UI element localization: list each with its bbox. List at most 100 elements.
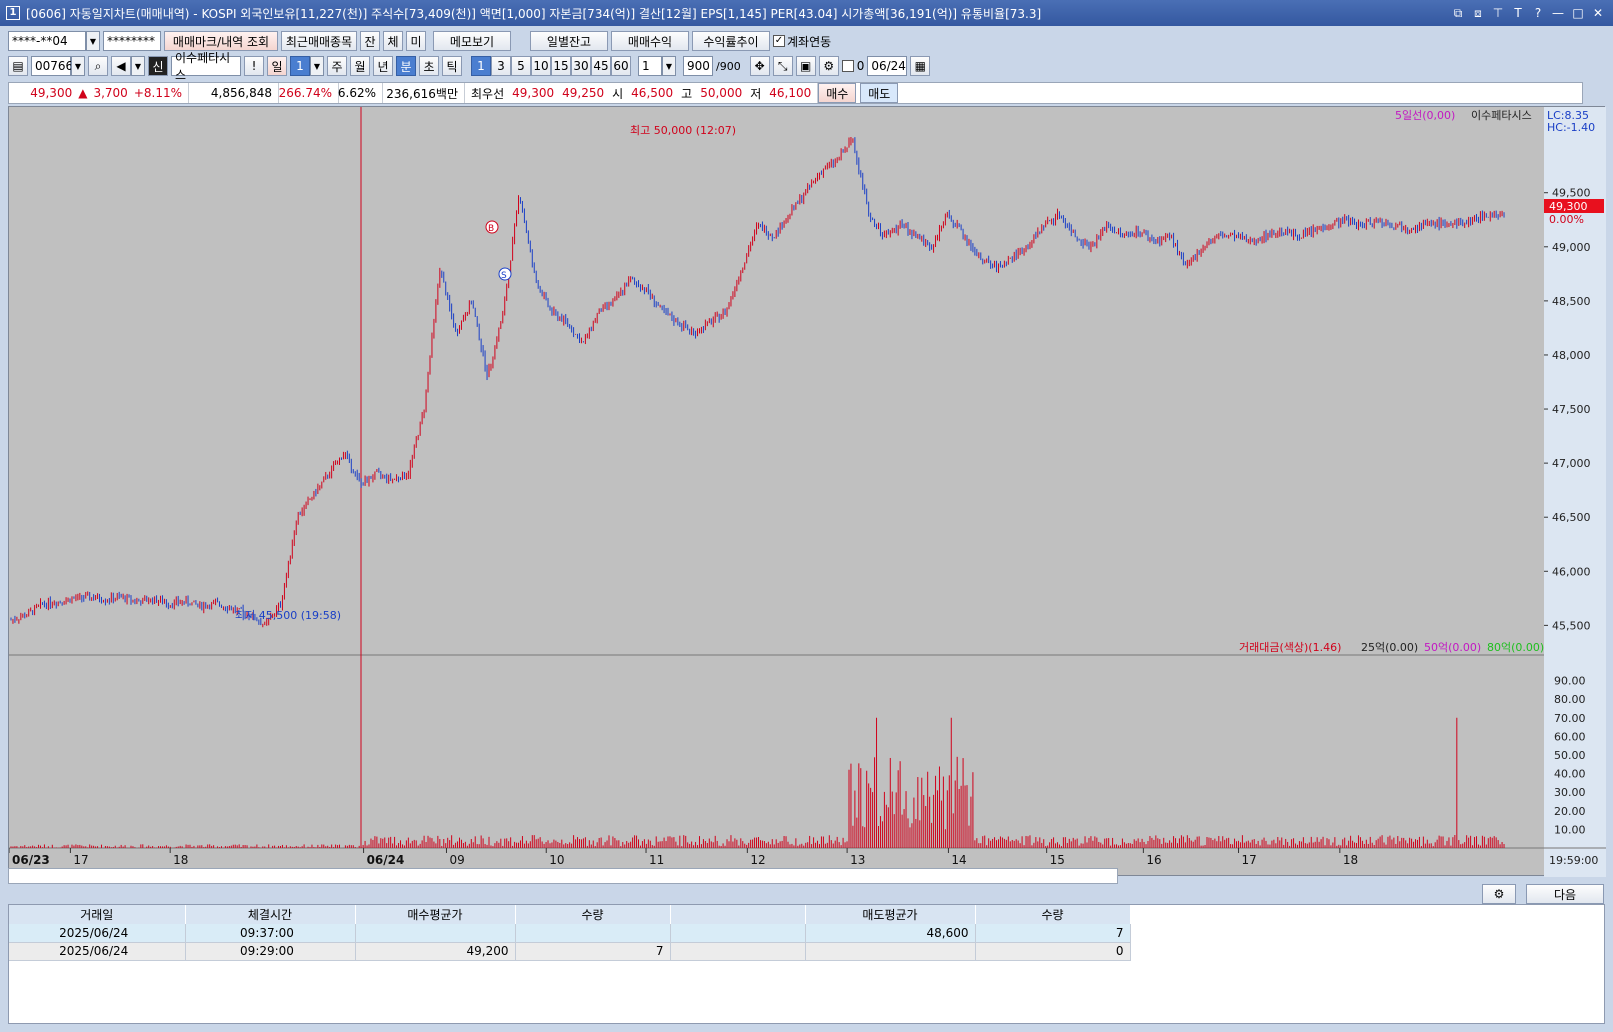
next-button[interactable]: 다음 bbox=[1526, 884, 1604, 904]
speaker-dropdown-icon[interactable]: ▼ bbox=[131, 56, 145, 76]
search-icon[interactable]: ⌕ bbox=[88, 56, 108, 76]
buy-mark[interactable]: B bbox=[485, 220, 499, 234]
open-price: 46,500 bbox=[631, 86, 674, 100]
sell-mark[interactable]: S bbox=[498, 267, 512, 281]
count-total: /900 bbox=[716, 59, 741, 73]
time-tick-label: 10 bbox=[549, 853, 564, 867]
time-tick-label: 17 bbox=[1242, 853, 1257, 867]
save-icon[interactable]: ▣ bbox=[795, 56, 816, 76]
help-icon[interactable]: ? bbox=[1531, 6, 1545, 21]
col-exec-time: 체결시간 bbox=[185, 905, 356, 924]
layout-icon[interactable]: ▤ bbox=[8, 56, 28, 76]
volume-legend-50[interactable]: 50억(0.00) bbox=[1424, 641, 1481, 654]
ma5-legend[interactable]: 5일선(0,00) bbox=[1395, 108, 1455, 122]
interval-10[interactable]: 10 bbox=[531, 56, 551, 76]
volume-tick-label: 80.00 bbox=[1554, 693, 1586, 706]
buy-mark-label: B bbox=[488, 224, 494, 234]
interval-15[interactable]: 15 bbox=[551, 56, 571, 76]
buy-button[interactable]: 매수 bbox=[818, 83, 857, 103]
zoom-icon[interactable]: ⤡ bbox=[772, 56, 793, 76]
table-row[interactable]: 2025/06/24 09:37:00 48,600 7 bbox=[9, 924, 1131, 943]
trade-profit-button[interactable]: 매매수익 bbox=[611, 31, 689, 51]
alert-button[interactable]: ! bbox=[244, 56, 264, 76]
sell-button[interactable]: 매도 bbox=[860, 83, 899, 103]
period-value[interactable]: 1 bbox=[290, 56, 310, 76]
account-input[interactable]: ****-**04 bbox=[8, 31, 86, 51]
checkbox-checked-icon[interactable]: ✓ bbox=[773, 35, 785, 47]
price-volume-chart[interactable]: 49,500 49,000 48,500 48,000 47,500 47,000 46,5… bbox=[8, 107, 1606, 877]
minimize-icon[interactable]: — bbox=[1551, 6, 1565, 21]
cell-buy-avg: 49,200 bbox=[355, 942, 516, 961]
cell-buy-qty: 7 bbox=[515, 942, 671, 961]
current-pct-label: 0.00% bbox=[1549, 213, 1584, 226]
tile-icon[interactable]: ⧈ bbox=[1471, 6, 1485, 21]
period-year-button[interactable]: 년 bbox=[373, 56, 393, 76]
interval-input[interactable]: 1 bbox=[638, 56, 662, 76]
count-input[interactable]: 900 bbox=[683, 56, 713, 76]
code-dropdown-icon[interactable]: ▼ bbox=[71, 56, 85, 76]
stock-legend[interactable]: 이수페타시스 bbox=[1471, 109, 1532, 122]
period-second-button[interactable]: 초 bbox=[419, 56, 439, 76]
unexecuted-button[interactable]: 미 bbox=[406, 31, 426, 51]
volume-legend-25[interactable]: 25억(0.00) bbox=[1361, 641, 1418, 654]
table-row[interactable]: 2025/06/24 09:29:00 49,200 7 0 bbox=[9, 942, 1131, 961]
maximize-icon[interactable]: □ bbox=[1571, 6, 1585, 21]
close-icon[interactable]: ✕ bbox=[1591, 6, 1605, 21]
volume-tick-label: 50.00 bbox=[1554, 749, 1586, 762]
account-dropdown-icon[interactable]: ▼ bbox=[86, 31, 100, 51]
col-trade-date: 거래일 bbox=[9, 905, 186, 924]
restore-icon[interactable]: ⧉ bbox=[1451, 6, 1465, 21]
period-month-button[interactable]: 월 bbox=[350, 56, 370, 76]
volume-value: 4,856,848 bbox=[189, 83, 279, 103]
period-minute-button[interactable]: 분 bbox=[396, 56, 416, 76]
calendar-icon[interactable]: ▦ bbox=[910, 56, 931, 76]
interval-30[interactable]: 30 bbox=[571, 56, 591, 76]
speaker-icon[interactable]: ◀ bbox=[111, 56, 131, 76]
period-day-button[interactable]: 일 bbox=[267, 56, 287, 76]
chart-area[interactable]: 49,500 49,000 48,500 48,000 47,500 47,000 46,5… bbox=[8, 106, 1606, 877]
balance-button[interactable]: 잔 bbox=[360, 31, 380, 51]
executed-button[interactable]: 체 bbox=[383, 31, 403, 51]
col-buy-qty: 수량 bbox=[515, 905, 671, 924]
password-input[interactable]: ******** bbox=[103, 31, 161, 51]
stock-name-field[interactable]: 이수페타시스 bbox=[171, 51, 241, 82]
daily-balance-button[interactable]: 일별잔고 bbox=[530, 31, 608, 51]
interval-3[interactable]: 3 bbox=[491, 56, 511, 76]
zero-label: 0 bbox=[856, 59, 865, 73]
recent-trades-button[interactable]: 최근매매종목 bbox=[281, 31, 357, 51]
window-title: [0606] 자동일지차트(매매내역) - KOSPI 외국인보유[11,227… bbox=[26, 6, 1042, 21]
pin-icon[interactable]: ⊤ bbox=[1491, 6, 1505, 21]
table-settings-gear-icon[interactable]: ⚙ bbox=[1482, 884, 1516, 904]
font-icon[interactable]: T bbox=[1511, 6, 1525, 21]
date-input[interactable]: 06/24 bbox=[867, 56, 908, 76]
stock-code-input[interactable]: 007660 bbox=[31, 56, 81, 76]
period-dropdown-icon[interactable]: ▼ bbox=[310, 56, 324, 76]
open-label: 시 bbox=[612, 86, 624, 101]
window-controls: ⧉ ⧈ ⊤ T ? — □ ✕ bbox=[1451, 6, 1613, 21]
interval-5[interactable]: 5 bbox=[511, 56, 531, 76]
trade-mark-button[interactable]: 매매마크/내역 조회 bbox=[164, 31, 278, 51]
cell-buy-qty bbox=[515, 924, 671, 943]
time-tick-label: 06/23 bbox=[12, 853, 50, 867]
quote-cell: 최우선 49,300 49,250 시 46,500 고 50,000 저 46… bbox=[465, 83, 819, 103]
volume-legend-80[interactable]: 80억(0.00) bbox=[1487, 641, 1544, 654]
account-link-checkbox[interactable]: ✓ 계좌연동 bbox=[773, 33, 831, 50]
interval-dropdown-icon[interactable]: ▼ bbox=[662, 56, 676, 76]
hc-label: HC:-1.40 bbox=[1547, 121, 1595, 134]
profit-rate-button[interactable]: 수익률추이 bbox=[692, 31, 770, 51]
period-tick-button[interactable]: 틱 bbox=[442, 56, 462, 76]
high-price: 50,000 bbox=[700, 86, 743, 100]
cross-icon[interactable]: ✥ bbox=[749, 56, 770, 76]
table-header-row: 거래일 체결시간 매수평균가 수량 매도평균가 수량 bbox=[9, 905, 1131, 924]
period-week-button[interactable]: 주 bbox=[327, 56, 347, 76]
gear-icon[interactable]: ⚙ bbox=[818, 56, 839, 76]
volume-tick-label: 70.00 bbox=[1554, 712, 1586, 725]
interval-45[interactable]: 45 bbox=[591, 56, 611, 76]
memo-button[interactable]: 메모보기 bbox=[433, 31, 511, 51]
interval-1[interactable]: 1 bbox=[471, 56, 491, 76]
interval-60[interactable]: 60 bbox=[611, 56, 631, 76]
chart-scrollbar[interactable] bbox=[8, 868, 1118, 884]
volume-legend-amount[interactable]: 거래대금(색상)(1.46) bbox=[1239, 641, 1341, 654]
date-checkbox[interactable] bbox=[841, 60, 854, 72]
best-bid: 49,250 bbox=[562, 86, 605, 100]
